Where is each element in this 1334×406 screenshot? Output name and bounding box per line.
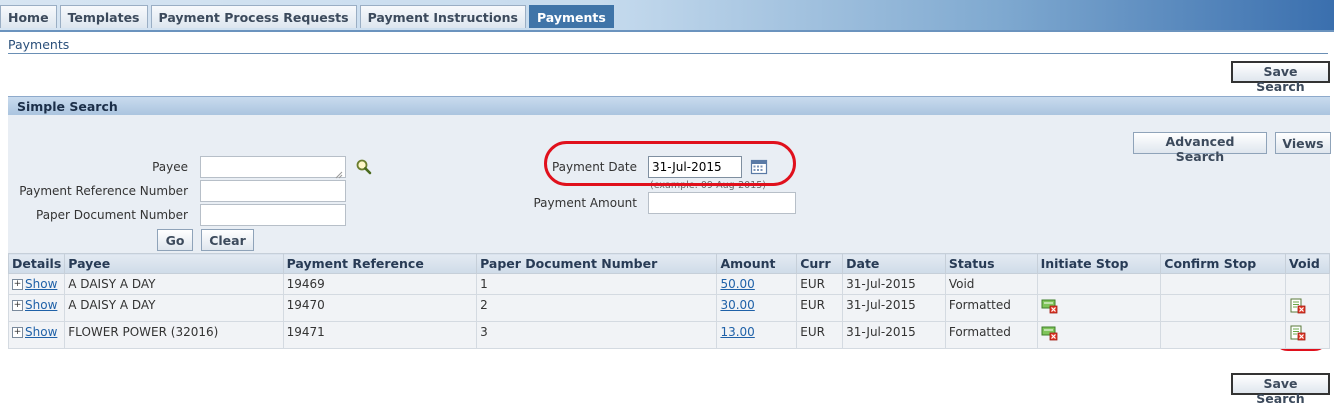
search-icon[interactable] — [355, 158, 373, 176]
void-cell — [1284, 273, 1331, 295]
date-cell: 31-Jul-2015 — [842, 273, 946, 295]
currency-cell: EUR — [796, 273, 844, 295]
table-header-row: Details Payee Payment Reference Paper Do… — [7, 253, 1331, 274]
payment-amount-label: Payment Amount — [533, 196, 637, 210]
details-cell: + Show — [7, 321, 66, 349]
payment-reference-cell: 19471 — [282, 321, 478, 349]
show-details-link[interactable]: Show — [25, 277, 57, 291]
currency-cell: EUR — [796, 321, 844, 349]
tab-templates[interactable]: Templates — [59, 5, 148, 28]
header-amount: Amount — [716, 253, 798, 274]
go-button[interactable]: Go — [157, 229, 193, 251]
paper-document-label: Paper Document Number — [36, 208, 188, 222]
status-cell: Formatted — [944, 294, 1038, 322]
paper-document-input[interactable] — [200, 204, 346, 226]
confirm-stop-cell — [1160, 273, 1286, 295]
simple-search-title: Simple Search — [17, 99, 118, 114]
payee-label: Payee — [152, 160, 188, 174]
initiate-stop-cell — [1036, 294, 1162, 322]
expand-icon[interactable]: + — [12, 279, 23, 290]
confirm-stop-cell — [1160, 294, 1286, 322]
clear-button[interactable]: Clear — [201, 229, 254, 251]
date-cell: 31-Jul-2015 — [842, 294, 946, 322]
tab-payment-process-requests[interactable]: Payment Process Requests — [150, 5, 357, 28]
expand-icon[interactable]: + — [12, 327, 23, 338]
table-row: + Show FLOWER POWER (32016) 19471 3 13.00… — [7, 321, 1331, 349]
show-details-link[interactable]: Show — [25, 325, 57, 339]
payments-results-table: Details Payee Payment Reference Paper Do… — [7, 253, 1331, 349]
payee-cell: A DAISY A DAY — [64, 273, 284, 295]
tab-payments[interactable]: Payments — [528, 5, 614, 28]
initiate-stop-cell — [1036, 273, 1162, 295]
header-payment-reference: Payment Reference — [282, 253, 478, 274]
header-void: Void — [1284, 253, 1331, 274]
stop-payment-icon[interactable] — [1041, 325, 1059, 341]
amount-link[interactable]: 13.00 — [720, 325, 754, 339]
amount-link[interactable]: 50.00 — [720, 277, 754, 291]
views-button[interactable]: Views — [1275, 132, 1331, 154]
tab-home[interactable]: Home — [0, 5, 57, 28]
save-search-button-bottom[interactable]: Save Search — [1231, 373, 1330, 406]
paper-document-cell: 3 — [476, 321, 718, 349]
paper-document-cell: 2 — [476, 294, 718, 322]
paper-document-cell: 1 — [476, 273, 718, 295]
status-cell: Formatted — [944, 321, 1038, 349]
advanced-search-button[interactable]: Advanced Search — [1133, 132, 1267, 164]
payment-reference-cell: 19470 — [282, 294, 478, 322]
tab-list: Home Templates Payment Process Requests … — [0, 5, 617, 28]
header-currency: Curr — [796, 253, 844, 274]
page-title: Payments — [8, 37, 70, 52]
stop-payment-icon[interactable] — [1041, 298, 1059, 314]
header-paper-document: Paper Document Number — [476, 253, 718, 274]
resize-grip-icon — [335, 168, 343, 179]
status-cell: Void — [944, 273, 1038, 295]
void-payment-icon[interactable] — [1289, 298, 1307, 314]
void-payment-icon[interactable] — [1289, 325, 1307, 341]
payment-amount-input[interactable] — [648, 192, 796, 214]
amount-cell: 13.00 — [716, 321, 798, 349]
payee-cell: A DAISY A DAY — [64, 294, 284, 322]
void-cell — [1284, 294, 1331, 322]
payee-input[interactable] — [200, 156, 346, 178]
details-cell: + Show — [7, 294, 66, 322]
amount-cell: 30.00 — [716, 294, 798, 322]
payment-reference-cell: 19469 — [282, 273, 478, 295]
show-details-link[interactable]: Show — [25, 298, 57, 312]
confirm-stop-cell — [1160, 321, 1286, 349]
payment-reference-label: Payment Reference Number — [19, 184, 188, 198]
currency-cell: EUR — [796, 294, 844, 322]
header-details: Details — [7, 253, 66, 274]
header-status: Status — [944, 253, 1038, 274]
amount-cell: 50.00 — [716, 273, 798, 295]
title-divider — [8, 53, 1328, 54]
details-cell: + Show — [7, 273, 66, 295]
table-row: + Show A DAISY A DAY 19469 1 50.00 EUR 31… — [7, 273, 1331, 295]
simple-search-header: Simple Search — [8, 96, 1330, 116]
header-payee: Payee — [64, 253, 284, 274]
void-cell — [1284, 321, 1331, 349]
header-confirm-stop: Confirm Stop — [1160, 253, 1286, 274]
payment-date-highlight — [544, 141, 796, 186]
date-cell: 31-Jul-2015 — [842, 321, 946, 349]
save-search-button-top[interactable]: Save Search — [1231, 61, 1330, 94]
payment-reference-input[interactable] — [200, 180, 346, 202]
payee-cell: FLOWER POWER (32016) — [64, 321, 284, 349]
initiate-stop-cell — [1036, 321, 1162, 349]
expand-icon[interactable]: + — [12, 300, 23, 311]
tab-payment-instructions[interactable]: Payment Instructions — [359, 5, 526, 28]
header-initiate-stop: Initiate Stop — [1036, 253, 1162, 274]
top-tab-bar: Home Templates Payment Process Requests … — [0, 0, 1334, 32]
table-row: + Show A DAISY A DAY 19470 2 30.00 EUR 31… — [7, 294, 1331, 322]
header-date: Date — [842, 253, 946, 274]
amount-link[interactable]: 30.00 — [720, 298, 754, 312]
